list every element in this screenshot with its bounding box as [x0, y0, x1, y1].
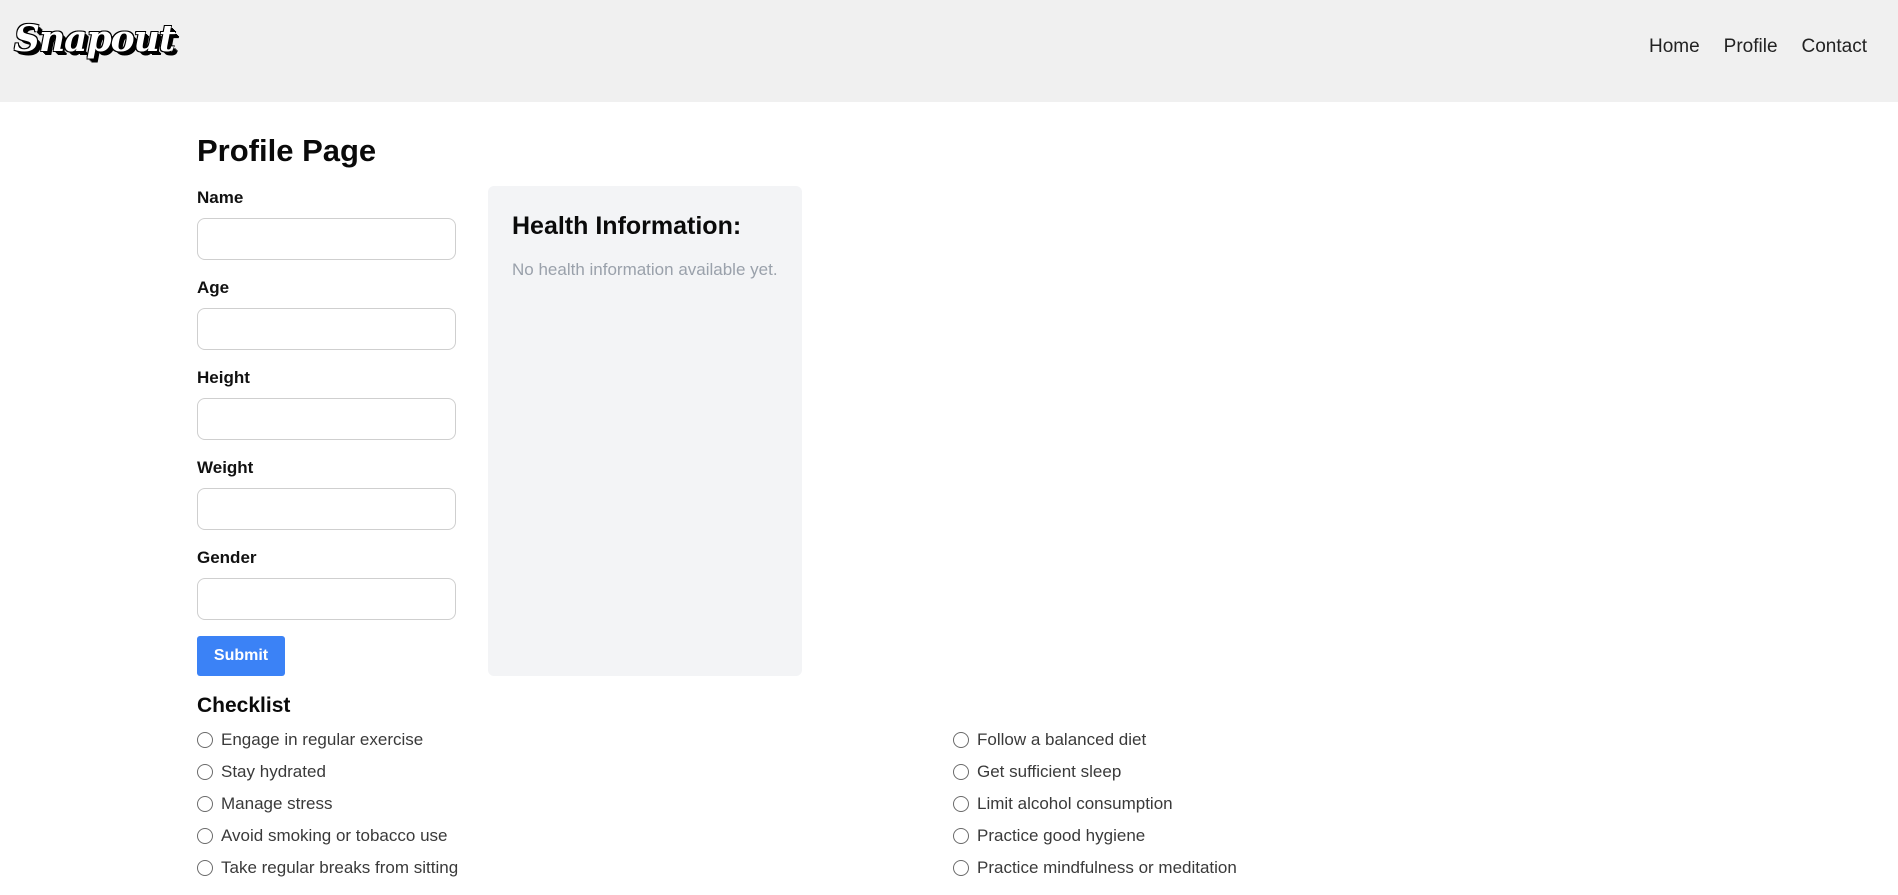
radio-button[interactable] [953, 764, 969, 780]
checklist-item-label: Engage in regular exercise [221, 730, 424, 749]
radio-button[interactable] [953, 860, 969, 876]
nav-link-home[interactable]: Home [1649, 36, 1700, 58]
checklist-item-label: Manage stress [221, 794, 333, 813]
checklist-item-sufficient-sleep[interactable]: Get sufficient sleep [953, 762, 1121, 782]
checklist-item-regular-exercise[interactable]: Engage in regular exercise [197, 730, 423, 750]
checklist-item-good-hygiene[interactable]: Practice good hygiene [953, 826, 1145, 846]
name-label: Name [197, 188, 244, 207]
checklist-item-mindfulness[interactable]: Practice mindfulness or meditation [953, 858, 1237, 878]
checklist-item-label: Practice mindfulness or meditation [977, 858, 1237, 877]
name-field-group: Name [197, 186, 457, 276]
health-info-empty-text: No health information available yet. [512, 260, 778, 279]
checklist-item-stay-hydrated[interactable]: Stay hydrated [197, 762, 326, 782]
nav-links: Home Profile Contact [1649, 36, 1867, 58]
nav-link-profile[interactable]: Profile [1724, 36, 1778, 58]
navbar: Snapout Home Profile Contact [0, 0, 1898, 102]
age-label: Age [197, 278, 230, 297]
height-label: Height [197, 368, 250, 387]
radio-button[interactable] [197, 796, 213, 812]
age-input[interactable] [197, 308, 456, 350]
submit-button[interactable]: Submit [197, 636, 285, 676]
radio-button[interactable] [953, 732, 969, 748]
health-info-panel: Health Information: No health informatio… [488, 186, 802, 676]
radio-button[interactable] [197, 860, 213, 876]
weight-field-group: Weight [197, 456, 457, 546]
radio-button[interactable] [197, 828, 213, 844]
checklist-item-label: Practice good hygiene [977, 826, 1146, 845]
checklist-item-label: Limit alcohol consumption [977, 794, 1173, 813]
age-field-group: Age [197, 276, 457, 366]
checklist-item-label: Take regular breaks from sitting [221, 858, 459, 877]
radio-button[interactable] [197, 732, 213, 748]
nav-link-contact[interactable]: Contact [1802, 36, 1867, 58]
gender-label: Gender [197, 548, 257, 567]
checklist-item-label: Avoid smoking or tobacco use [221, 826, 448, 845]
radio-button[interactable] [953, 828, 969, 844]
radio-button[interactable] [197, 764, 213, 780]
checklist-item-label: Get sufficient sleep [977, 762, 1122, 781]
name-input[interactable] [197, 218, 456, 260]
page-title: Profile Page [197, 133, 377, 168]
height-input[interactable] [197, 398, 456, 440]
weight-input[interactable] [197, 488, 456, 530]
gender-input[interactable] [197, 578, 456, 620]
checklist-title: Checklist [197, 694, 291, 717]
logo-text: Snapout [14, 18, 175, 60]
checklist-item-limit-alcohol[interactable]: Limit alcohol consumption [953, 794, 1173, 814]
gender-field-group: Gender [197, 546, 457, 636]
health-info-title: Health Information: [512, 212, 742, 240]
profile-form: Name Age Height Weight Gender [197, 186, 457, 636]
checklist-item-avoid-smoking[interactable]: Avoid smoking or tobacco use [197, 826, 447, 846]
weight-label: Weight [197, 458, 254, 477]
checklist-item-label: Follow a balanced diet [977, 730, 1147, 749]
height-field-group: Height [197, 366, 457, 456]
logo[interactable]: Snapout [14, 18, 175, 60]
checklist-item-manage-stress[interactable]: Manage stress [197, 794, 333, 814]
checklist-item-label: Stay hydrated [221, 762, 326, 781]
checklist-item-regular-breaks[interactable]: Take regular breaks from sitting [197, 858, 458, 878]
checklist: Engage in regular exercise Stay hydrated… [197, 730, 1797, 890]
radio-button[interactable] [953, 796, 969, 812]
checklist-item-balanced-diet[interactable]: Follow a balanced diet [953, 730, 1146, 750]
